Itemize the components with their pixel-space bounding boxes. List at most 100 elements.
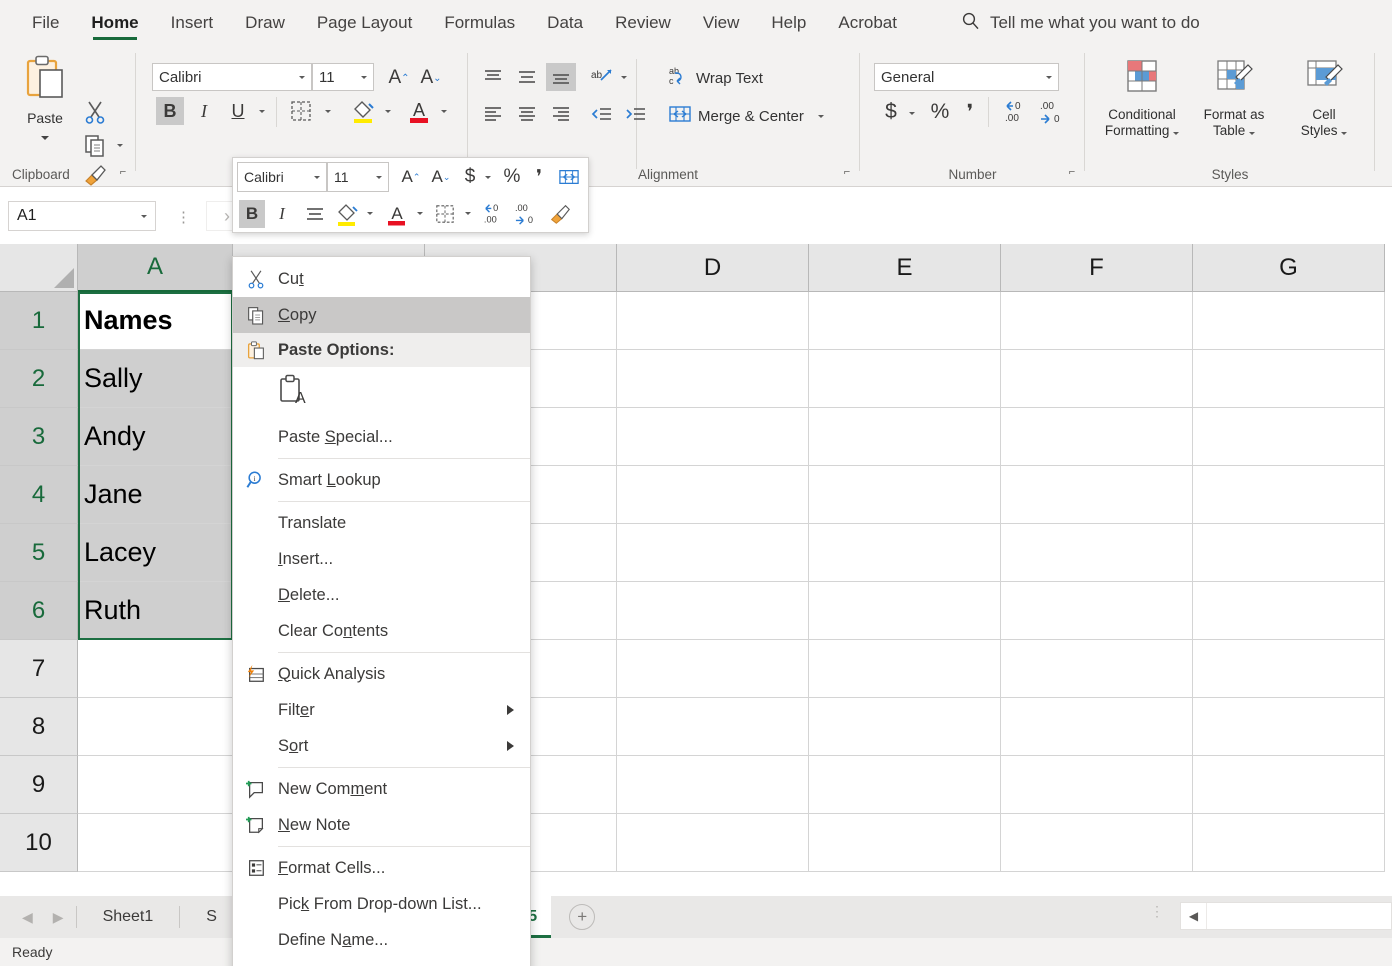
paste-values-icon[interactable]: A [278, 373, 308, 414]
mini-decrease-decimal-button[interactable]: .000 [511, 200, 543, 228]
mini-borders-dropdown-arrow[interactable] [461, 206, 475, 220]
cell-f7[interactable] [1001, 640, 1193, 698]
format-as-table-button[interactable]: Format as Table [1191, 57, 1277, 140]
sheet-nav-next-icon[interactable]: ▶ [53, 909, 64, 926]
cell-f6[interactable] [1001, 582, 1193, 640]
mini-font-name-combo[interactable]: Calibri [237, 162, 327, 192]
accounting-format-button[interactable]: $ [878, 97, 904, 127]
paste-button[interactable]: Paste [16, 53, 74, 145]
cell-d5[interactable] [617, 524, 809, 582]
mini-decrease-font-size-button[interactable]: A⌄ [427, 164, 455, 190]
cell-a5[interactable]: Lacey [78, 524, 233, 582]
cell-e3[interactable] [809, 408, 1001, 466]
mini-fill-color-dropdown-arrow[interactable] [363, 206, 377, 220]
spreadsheet-grid[interactable]: A B C D E F G 1 Names 2 Sally [0, 244, 1392, 896]
underline-button[interactable]: U [224, 97, 252, 125]
cell-a4[interactable]: Jane [78, 466, 233, 524]
cell-d2[interactable] [617, 350, 809, 408]
cell-f8[interactable] [1001, 698, 1193, 756]
menu-item-delete[interactable]: Delete... [233, 577, 530, 613]
fill-color-button[interactable] [348, 95, 378, 127]
cell-g6[interactable] [1193, 582, 1385, 640]
cell-e2[interactable] [809, 350, 1001, 408]
align-center-button[interactable] [512, 100, 542, 128]
sheet-tab-sheet1[interactable]: Sheet1 [89, 896, 168, 938]
scroll-resize-handle[interactable]: ⋮ [1150, 906, 1164, 916]
italic-button[interactable]: I [190, 97, 218, 125]
copy-button[interactable] [78, 130, 112, 160]
sheet-tab-partial[interactable]: S [192, 896, 231, 938]
cell-a8[interactable] [78, 698, 233, 756]
fill-color-dropdown-arrow[interactable] [380, 103, 396, 119]
ribbon-tab-insert[interactable]: Insert [155, 0, 230, 45]
menu-item-new-comment[interactable]: New Comment [233, 771, 530, 807]
merge-center-button[interactable]: Merge & Center [668, 103, 824, 129]
alignment-dialog-launcher[interactable]: ⌐ [840, 165, 854, 179]
conditional-formatting-button[interactable]: Conditional Formatting [1099, 57, 1185, 140]
row-header-9[interactable]: 9 [0, 756, 78, 814]
menu-item-quick-analysis[interactable]: Quick Analysis [233, 656, 530, 692]
horizontal-scrollbar[interactable]: ◀ [1180, 902, 1392, 930]
borders-dropdown-arrow[interactable] [320, 103, 336, 119]
accounting-dropdown-arrow[interactable] [904, 105, 920, 121]
align-middle-button[interactable] [512, 63, 542, 91]
cut-button[interactable] [78, 97, 112, 127]
number-format-combo[interactable]: General [874, 63, 1059, 91]
increase-decimal-button[interactable]: 0.00 [1000, 97, 1034, 127]
ribbon-tab-file[interactable]: File [16, 0, 75, 45]
cell-f4[interactable] [1001, 466, 1193, 524]
menu-item-format-cells[interactable]: Format Cells... [233, 850, 530, 886]
wrap-text-button[interactable]: abc Wrap Text [668, 65, 763, 91]
mini-accounting-format-button[interactable]: $ [459, 164, 481, 190]
cell-f2[interactable] [1001, 350, 1193, 408]
ribbon-tab-data[interactable]: Data [531, 0, 599, 45]
cell-a9[interactable] [78, 756, 233, 814]
cell-g8[interactable] [1193, 698, 1385, 756]
mini-increase-font-size-button[interactable]: A⌃ [397, 164, 425, 190]
ribbon-tab-page-layout[interactable]: Page Layout [301, 0, 428, 45]
cell-e4[interactable] [809, 466, 1001, 524]
cell-g3[interactable] [1193, 408, 1385, 466]
menu-item-clear-contents[interactable]: Clear Contents [233, 613, 530, 649]
orientation-button[interactable]: ab [586, 63, 616, 91]
cell-e8[interactable] [809, 698, 1001, 756]
ribbon-tab-acrobat[interactable]: Acrobat [822, 0, 913, 45]
mini-comma-style-button[interactable]: ❜ [529, 164, 549, 190]
cell-a1[interactable]: Names [78, 292, 233, 350]
cell-e10[interactable] [809, 814, 1001, 872]
align-top-button[interactable] [478, 63, 508, 91]
bold-button[interactable]: B [156, 97, 184, 125]
menu-item-define-name[interactable]: Define Name... [233, 922, 530, 958]
row-header-6[interactable]: 6 [0, 582, 78, 640]
row-header-2[interactable]: 2 [0, 350, 78, 408]
menu-item-pick-from-dropdown-list[interactable]: Pick From Drop-down List... [233, 886, 530, 922]
decrease-font-size-button[interactable]: A⌄ [416, 65, 446, 91]
number-dialog-launcher[interactable]: ⌐ [1065, 165, 1079, 179]
cell-d8[interactable] [617, 698, 809, 756]
cell-g9[interactable] [1193, 756, 1385, 814]
copy-dropdown-arrow[interactable] [112, 137, 128, 153]
mini-font-size-combo[interactable]: 11 [327, 162, 389, 192]
increase-indent-button[interactable] [620, 100, 652, 128]
menu-item-sort[interactable]: Sort [233, 728, 530, 764]
cell-d6[interactable] [617, 582, 809, 640]
font-name-combo[interactable]: Calibri [152, 63, 312, 91]
mini-fill-color-button[interactable] [333, 198, 361, 230]
decrease-decimal-button[interactable]: .000 [1036, 97, 1070, 127]
mini-accounting-dropdown-arrow[interactable] [481, 170, 495, 184]
cell-e5[interactable] [809, 524, 1001, 582]
cell-f1[interactable] [1001, 292, 1193, 350]
menu-item-filter[interactable]: Filter [233, 692, 530, 728]
borders-button[interactable] [286, 97, 316, 125]
column-header-e[interactable]: E [809, 244, 1001, 292]
align-bottom-button[interactable] [546, 63, 576, 91]
sheet-nav-prev-icon[interactable]: ◀ [22, 909, 33, 926]
ribbon-tab-review[interactable]: Review [599, 0, 687, 45]
cell-e9[interactable] [809, 756, 1001, 814]
orientation-dropdown-arrow[interactable] [616, 69, 632, 85]
menu-item-cut[interactable]: Cut [233, 261, 530, 297]
ribbon-tab-help[interactable]: Help [755, 0, 822, 45]
column-header-g[interactable]: G [1193, 244, 1385, 292]
cell-g1[interactable] [1193, 292, 1385, 350]
mini-font-color-dropdown-arrow[interactable] [413, 206, 427, 220]
